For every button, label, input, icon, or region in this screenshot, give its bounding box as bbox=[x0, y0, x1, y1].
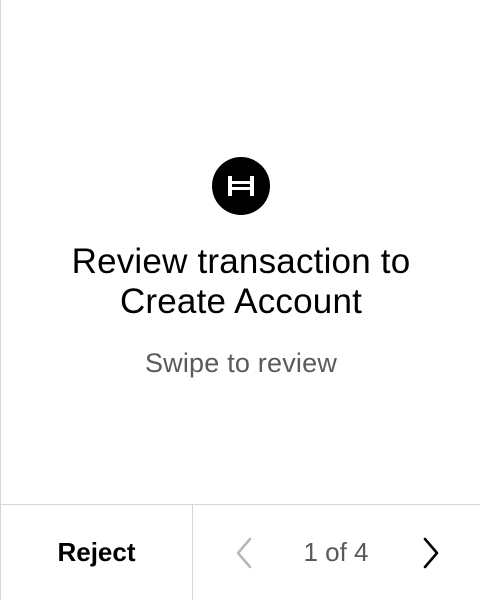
reject-button[interactable]: Reject bbox=[1, 505, 193, 600]
review-title-line-1: Review transaction to bbox=[71, 242, 411, 281]
review-footer: Reject 1 of 4 bbox=[1, 504, 480, 600]
chevron-left-icon[interactable] bbox=[230, 536, 258, 570]
review-title-line-2: Create Account bbox=[119, 282, 363, 321]
review-content[interactable]: Review transaction to Create Account Swi… bbox=[1, 0, 480, 504]
pager: 1 of 4 bbox=[193, 505, 480, 600]
transaction-review-screen: Review transaction to Create Account Swi… bbox=[0, 0, 480, 600]
page-indicator: 1 of 4 bbox=[303, 537, 369, 567]
chevron-right-icon[interactable] bbox=[417, 536, 445, 570]
review-title: Review transaction to Create Account bbox=[1, 242, 480, 322]
hedera-icon bbox=[212, 157, 270, 215]
swipe-hint: Swipe to review bbox=[144, 348, 338, 378]
